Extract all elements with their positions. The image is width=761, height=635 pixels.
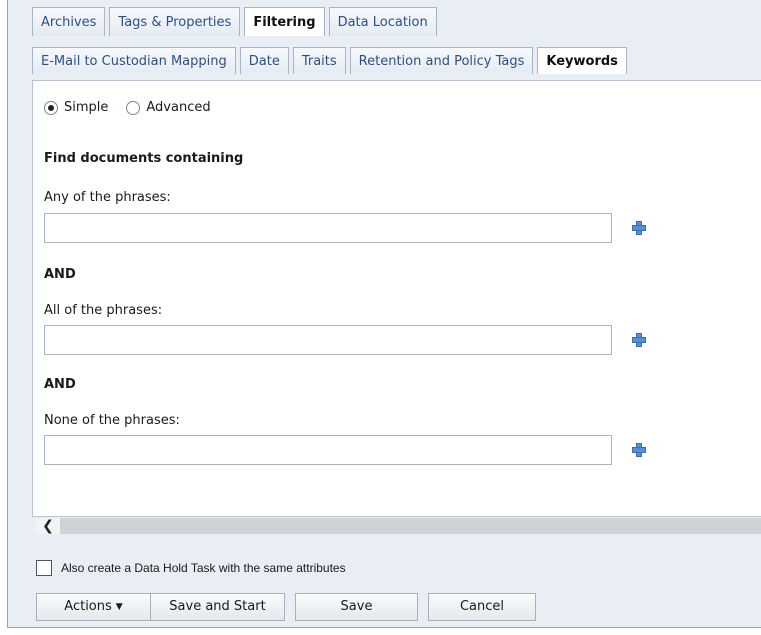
plus-icon[interactable] <box>632 221 646 235</box>
simple-radio-label[interactable]: Simple <box>64 100 108 115</box>
hold-task-label[interactable]: Also create a Data Hold Task with the sa… <box>61 561 346 575</box>
actions-button[interactable]: Actions ▼ <box>36 593 151 621</box>
hold-task-checkbox[interactable] <box>36 560 52 576</box>
horizontal-scrollbar[interactable]: ❮ <box>36 518 761 534</box>
cancel-button[interactable]: Cancel <box>428 593 536 621</box>
tab-filtering[interactable]: Filtering <box>244 7 325 36</box>
tab-date[interactable]: Date <box>239 47 289 74</box>
save-and-start-button[interactable]: Save and Start <box>150 593 285 621</box>
all-phrases-input[interactable] <box>44 325 612 355</box>
advanced-radio[interactable] <box>126 100 141 115</box>
plus-icon[interactable] <box>632 443 646 457</box>
scroll-left-icon[interactable]: ❮ <box>36 518 60 534</box>
tab-tags-properties[interactable]: Tags & Properties <box>109 7 241 36</box>
tab-row-primary: Archives Tags & Properties Filtering Dat… <box>32 6 441 36</box>
simple-radio[interactable] <box>44 100 58 115</box>
hold-task-option: Also create a Data Hold Task with the sa… <box>36 560 346 576</box>
none-phrases-input[interactable] <box>44 435 612 465</box>
section-title: Find documents containing <box>44 151 244 166</box>
task-dialog: Archives Tags & Properties Filtering Dat… <box>7 0 761 628</box>
any-phrases-input[interactable] <box>44 213 612 243</box>
none-phrases-label: None of the phrases: <box>44 413 180 428</box>
advanced-radio-label[interactable]: Advanced <box>146 100 210 115</box>
plus-icon[interactable] <box>632 333 646 347</box>
all-phrases-label: All of the phrases: <box>44 303 163 318</box>
tab-archives[interactable]: Archives <box>32 7 106 36</box>
chevron-down-icon: ▼ <box>115 602 123 612</box>
and-label-1: AND <box>44 267 76 282</box>
save-button[interactable]: Save <box>295 593 418 621</box>
tab-traits[interactable]: Traits <box>292 47 346 74</box>
tab-data-location[interactable]: Data Location <box>328 7 437 36</box>
tab-retention-policy-tags[interactable]: Retention and Policy Tags <box>349 47 534 74</box>
any-phrases-label: Any of the phrases: <box>44 190 171 205</box>
tab-row-filtering: E-Mail to Custodian Mapping Date Traits … <box>32 44 631 74</box>
tab-email-custodian-mapping[interactable]: E-Mail to Custodian Mapping <box>32 47 236 74</box>
mode-selector: Simple Advanced <box>44 100 229 115</box>
and-label-2: AND <box>44 377 76 392</box>
actions-label: Actions <box>64 599 112 614</box>
tab-keywords[interactable]: Keywords <box>537 47 627 74</box>
